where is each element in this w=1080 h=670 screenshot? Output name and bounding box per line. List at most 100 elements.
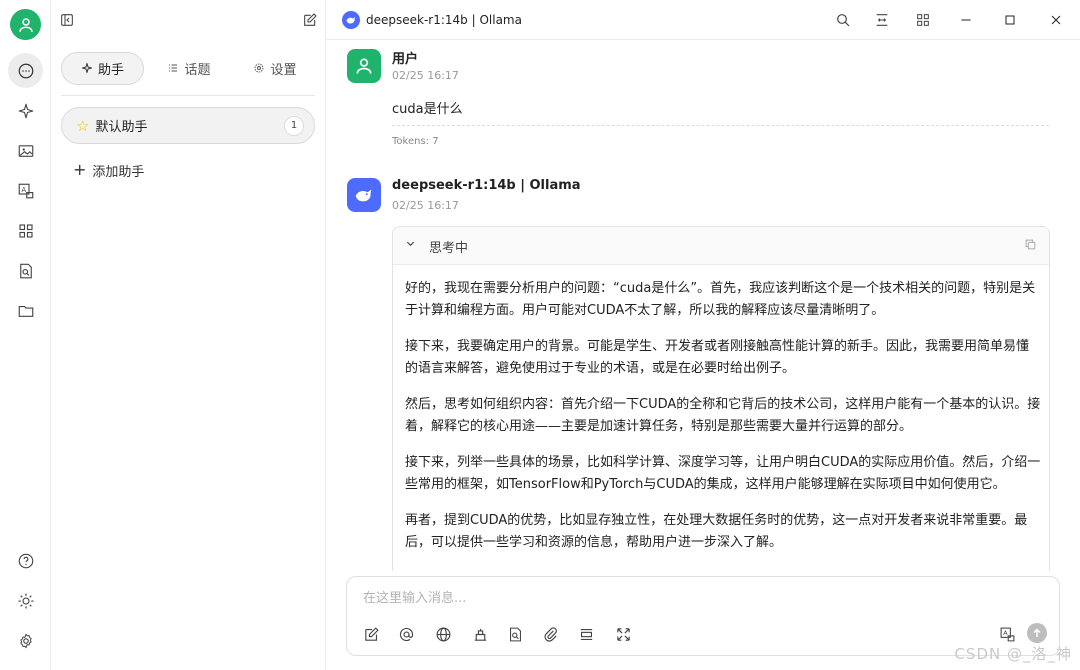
add-assistant-button[interactable]: + 添加助手 — [73, 160, 144, 180]
building-icon — [474, 628, 486, 641]
web-search-tool[interactable] — [433, 624, 453, 644]
help-icon — [18, 553, 33, 568]
model-title: deepseek-r1:14b | Ollama — [366, 13, 522, 27]
close-icon — [1051, 15, 1061, 25]
chat-main: deepseek-r1:14b | Ollama 用户 02/25 16:17 … — [326, 0, 1080, 670]
edit-icon — [364, 627, 378, 641]
thinking-header[interactable]: 思考中 — [393, 227, 1049, 265]
message-composer: A — [346, 576, 1060, 656]
clear-context-tool[interactable] — [576, 624, 596, 644]
thinking-paragraph: 接下来，列举一些具体的场景，比如科学计算、深度学习等，让用户明白CUDA的实际应… — [405, 455, 1041, 492]
translate-input-tool[interactable]: A — [997, 624, 1017, 644]
thinking-paragraph: 再者，提到CUDA的优势，比如显存独立性，在处理大数据任务时的优势，这一点对开发… — [405, 513, 1028, 550]
search-icon — [837, 14, 850, 27]
edit-icon — [304, 13, 317, 26]
minapps-button[interactable] — [913, 10, 933, 30]
files-nav-button[interactable] — [8, 293, 43, 328]
translate-icon: A — [18, 183, 33, 198]
sidebar-collapse-icon — [61, 14, 73, 26]
model-selector[interactable]: deepseek-r1:14b | Ollama — [342, 10, 522, 30]
star-icon: ☆ — [76, 116, 90, 135]
thinking-paragraph: 然后，思考如何组织内容：首先介绍一下CUDA的全称和它背后的技术公司，这样用户能… — [405, 397, 1041, 434]
document-search-tool[interactable] — [505, 624, 525, 644]
message-list: 用户 02/25 16:17 cuda是什么 Tokens: 7 deepsee… — [326, 41, 1080, 571]
user-message-text: cuda是什么 — [392, 102, 463, 117]
theme-toggle-button[interactable] — [8, 583, 43, 618]
tab-settings[interactable]: 设置 — [234, 52, 316, 85]
expand-input-tool[interactable] — [613, 624, 633, 644]
message-divider — [392, 125, 1049, 126]
user-message-tokens: Tokens: 7 — [392, 136, 439, 147]
user-message-avatar — [347, 49, 381, 83]
tab-label: 话题 — [184, 62, 211, 78]
minimize-icon — [961, 19, 971, 21]
window-minimize-button[interactable] — [956, 10, 976, 30]
topic-count-badge: 1 — [284, 115, 304, 136]
user-message-name: 用户 — [392, 52, 419, 67]
knowledge-base-tool[interactable] — [470, 624, 490, 644]
fit-width-icon — [876, 14, 888, 26]
apps-nav-button[interactable] — [8, 213, 43, 248]
gear-icon — [254, 63, 264, 73]
grid-icon — [18, 223, 33, 238]
tab-topics[interactable]: 话题 — [144, 52, 234, 85]
thinking-label: 思考中 — [429, 241, 469, 256]
copy-button[interactable] — [1024, 238, 1037, 255]
tab-label: 助手 — [97, 62, 124, 78]
layout-toggle-button[interactable] — [872, 10, 892, 30]
copy-icon — [1025, 239, 1036, 250]
window-maximize-button[interactable] — [1000, 10, 1020, 30]
search-button[interactable] — [833, 10, 853, 30]
watermark: CSDN @_洛_神 — [954, 645, 1072, 663]
new-topic-tool[interactable] — [361, 624, 381, 644]
panel-tabs: 助手 话题 设置 — [61, 51, 316, 85]
knowledge-nav-button[interactable] — [8, 253, 43, 288]
new-topic-button[interactable] — [300, 10, 320, 30]
panel-header — [51, 0, 326, 40]
deepseek-logo-icon — [342, 11, 360, 29]
image-nav-button[interactable] — [8, 133, 43, 168]
assistant-item-default[interactable]: ☆ 默认助手 1 — [61, 107, 315, 144]
help-button[interactable] — [8, 543, 43, 578]
at-icon — [399, 627, 413, 641]
user-icon — [356, 58, 372, 74]
chevron-down-icon — [405, 238, 416, 252]
assistant-message-avatar — [347, 178, 381, 212]
arrow-up-icon — [1033, 628, 1041, 637]
sparkle-icon — [18, 103, 33, 118]
tab-assistants[interactable]: 助手 — [61, 51, 144, 85]
context-divider-icon — [580, 628, 592, 640]
chat-nav-button[interactable] — [8, 53, 43, 88]
user-avatar[interactable] — [10, 9, 41, 40]
grid-icon — [917, 14, 929, 26]
expand-icon — [616, 627, 630, 641]
translate-nav-button[interactable]: A — [8, 173, 43, 208]
message-input[interactable] — [363, 587, 963, 609]
send-button[interactable] — [1027, 623, 1047, 643]
mention-model-tool[interactable] — [396, 624, 416, 644]
agents-nav-button[interactable] — [8, 93, 43, 128]
chat-topbar: deepseek-r1:14b | Ollama — [326, 0, 1080, 40]
maximize-icon — [1005, 15, 1015, 25]
thinking-panel: 思考中 好的，我现在需要分析用户的问题：“cuda是什么”。首先，我应该判断这个… — [392, 226, 1050, 571]
tab-label: 设置 — [270, 62, 297, 78]
user-icon — [18, 17, 33, 32]
gear-icon — [19, 633, 32, 648]
paperclip-icon — [543, 626, 557, 642]
user-message-time: 02/25 16:17 — [392, 69, 459, 82]
document-search-icon — [19, 263, 32, 278]
image-icon — [18, 144, 33, 157]
assistant-message-time: 02/25 16:17 — [392, 199, 459, 212]
chat-bubble-icon — [18, 63, 33, 78]
attach-file-tool[interactable] — [540, 624, 560, 644]
thinking-paragraph: 接下来，我要确定用户的背景。可能是学生、开发者或者刚接触高性能计算的新手。因此，… — [405, 339, 1030, 376]
thinking-content: 好的，我现在需要分析用户的问题：“cuda是什么”。首先，我应该判断这个是一个技… — [405, 278, 1041, 568]
sun-icon — [18, 593, 33, 608]
translate-icon: A — [1000, 627, 1014, 641]
window-close-button[interactable] — [1046, 10, 1066, 30]
thinking-paragraph: 好的，我现在需要分析用户的问题：“cuda是什么”。首先，我应该判断这个是一个技… — [405, 281, 1036, 318]
svg-text:A: A — [1003, 629, 1008, 637]
collapse-sidebar-button[interactable] — [57, 10, 77, 30]
settings-button[interactable] — [8, 623, 43, 658]
svg-text:A: A — [21, 185, 26, 193]
